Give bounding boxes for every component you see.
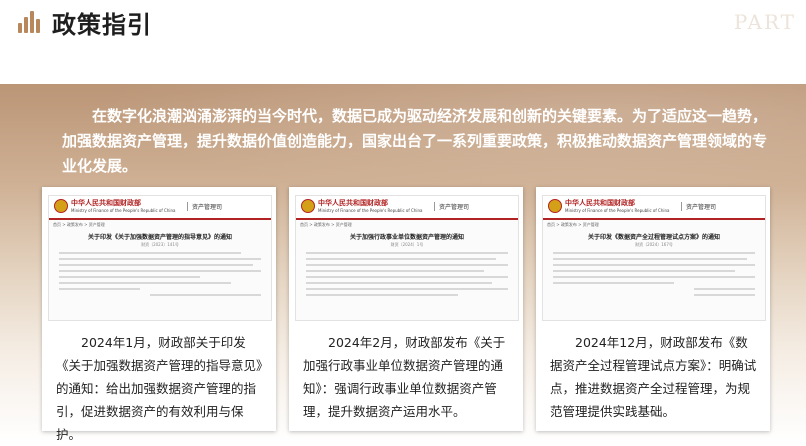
policy-card-2: 中华人民共和国财政部 Ministry of Finance of the Pe…	[289, 187, 523, 431]
ministry-name-en: Ministry of Finance of the People's Repu…	[318, 208, 423, 213]
ministry-header: 中华人民共和国财政部 Ministry of Finance of the Pe…	[49, 196, 271, 220]
national-emblem-icon	[54, 199, 68, 213]
intro-paragraph: 在数字化浪潮汹涌澎湃的当今时代，数据已成为驱动经济发展和创新的关键要素。为了适应…	[62, 107, 768, 175]
national-emblem-icon	[548, 199, 562, 213]
policy-caption: 2024年1月，财政部关于印发《关于加强数据资产管理的指导意见》的通知：给出加强…	[56, 335, 263, 442]
policy-screenshot-2: 中华人民共和国财政部 Ministry of Finance of the Pe…	[295, 195, 519, 321]
document-title: 关于印发《关于加强数据资产管理的指导意见》的通知	[87, 234, 232, 241]
page-header: 政策指引 PART	[0, 0, 806, 48]
breadcrumb: 首页 > 政策发布 > 资产管理	[547, 222, 599, 227]
department-label: 资产管理司	[681, 202, 716, 211]
ministry-header: 中华人民共和国财政部 Ministry of Finance of the Pe…	[543, 196, 765, 220]
ministry-name-en: Ministry of Finance of the People's Repu…	[71, 208, 176, 213]
ministry-name-en: Ministry of Finance of the People's Repu…	[565, 208, 670, 213]
ministry-name: 中华人民共和国财政部	[318, 199, 388, 207]
document-body-lines	[59, 252, 261, 300]
document-number: 财资〔2024〕1号	[390, 242, 424, 247]
document-number: 财资〔2024〕167号	[635, 242, 673, 247]
document-number: 财资〔2023〕141号	[141, 242, 179, 247]
policy-card-3: 中华人民共和国财政部 Ministry of Finance of the Pe…	[536, 187, 770, 431]
ministry-name: 中华人民共和国财政部	[71, 199, 141, 207]
breadcrumb: 首页 > 政策发布 > 资产管理	[300, 222, 352, 227]
policy-card-1: 中华人民共和国财政部 Ministry of Finance of the Pe…	[42, 187, 276, 442]
document-title: 关于印发《数据资产全过程管理试点方案》的通知	[587, 234, 720, 241]
ministry-header: 中华人民共和国财政部 Ministry of Finance of the Pe…	[296, 196, 518, 220]
policy-caption: 2024年12月，财政部发布《数据资产全过程管理试点方案》：明确试点，推进数据资…	[550, 335, 757, 419]
document-title: 关于加强行政事业单位数据资产管理的通知	[349, 234, 464, 241]
national-emblem-icon	[301, 199, 315, 213]
breadcrumb: 首页 > 政策发布 > 资产管理	[53, 222, 105, 227]
page-title: 政策指引	[52, 11, 152, 39]
ministry-name: 中华人民共和国财政部	[565, 199, 635, 207]
policy-screenshot-3: 中华人民共和国财政部 Ministry of Finance of the Pe…	[542, 195, 766, 321]
part-watermark: PART	[733, 10, 796, 34]
department-label: 资产管理司	[434, 202, 469, 211]
document-body-lines	[306, 252, 508, 300]
policy-screenshot-1: 中华人民共和国财政部 Ministry of Finance of the Pe…	[48, 195, 272, 321]
bar-chart-icon	[18, 9, 40, 33]
policy-caption: 2024年2月，财政部发布《关于加强行政事业单位数据资产管理的通知》：强调行政事…	[303, 335, 506, 419]
document-body-lines	[553, 252, 755, 300]
department-label: 资产管理司	[187, 202, 222, 211]
